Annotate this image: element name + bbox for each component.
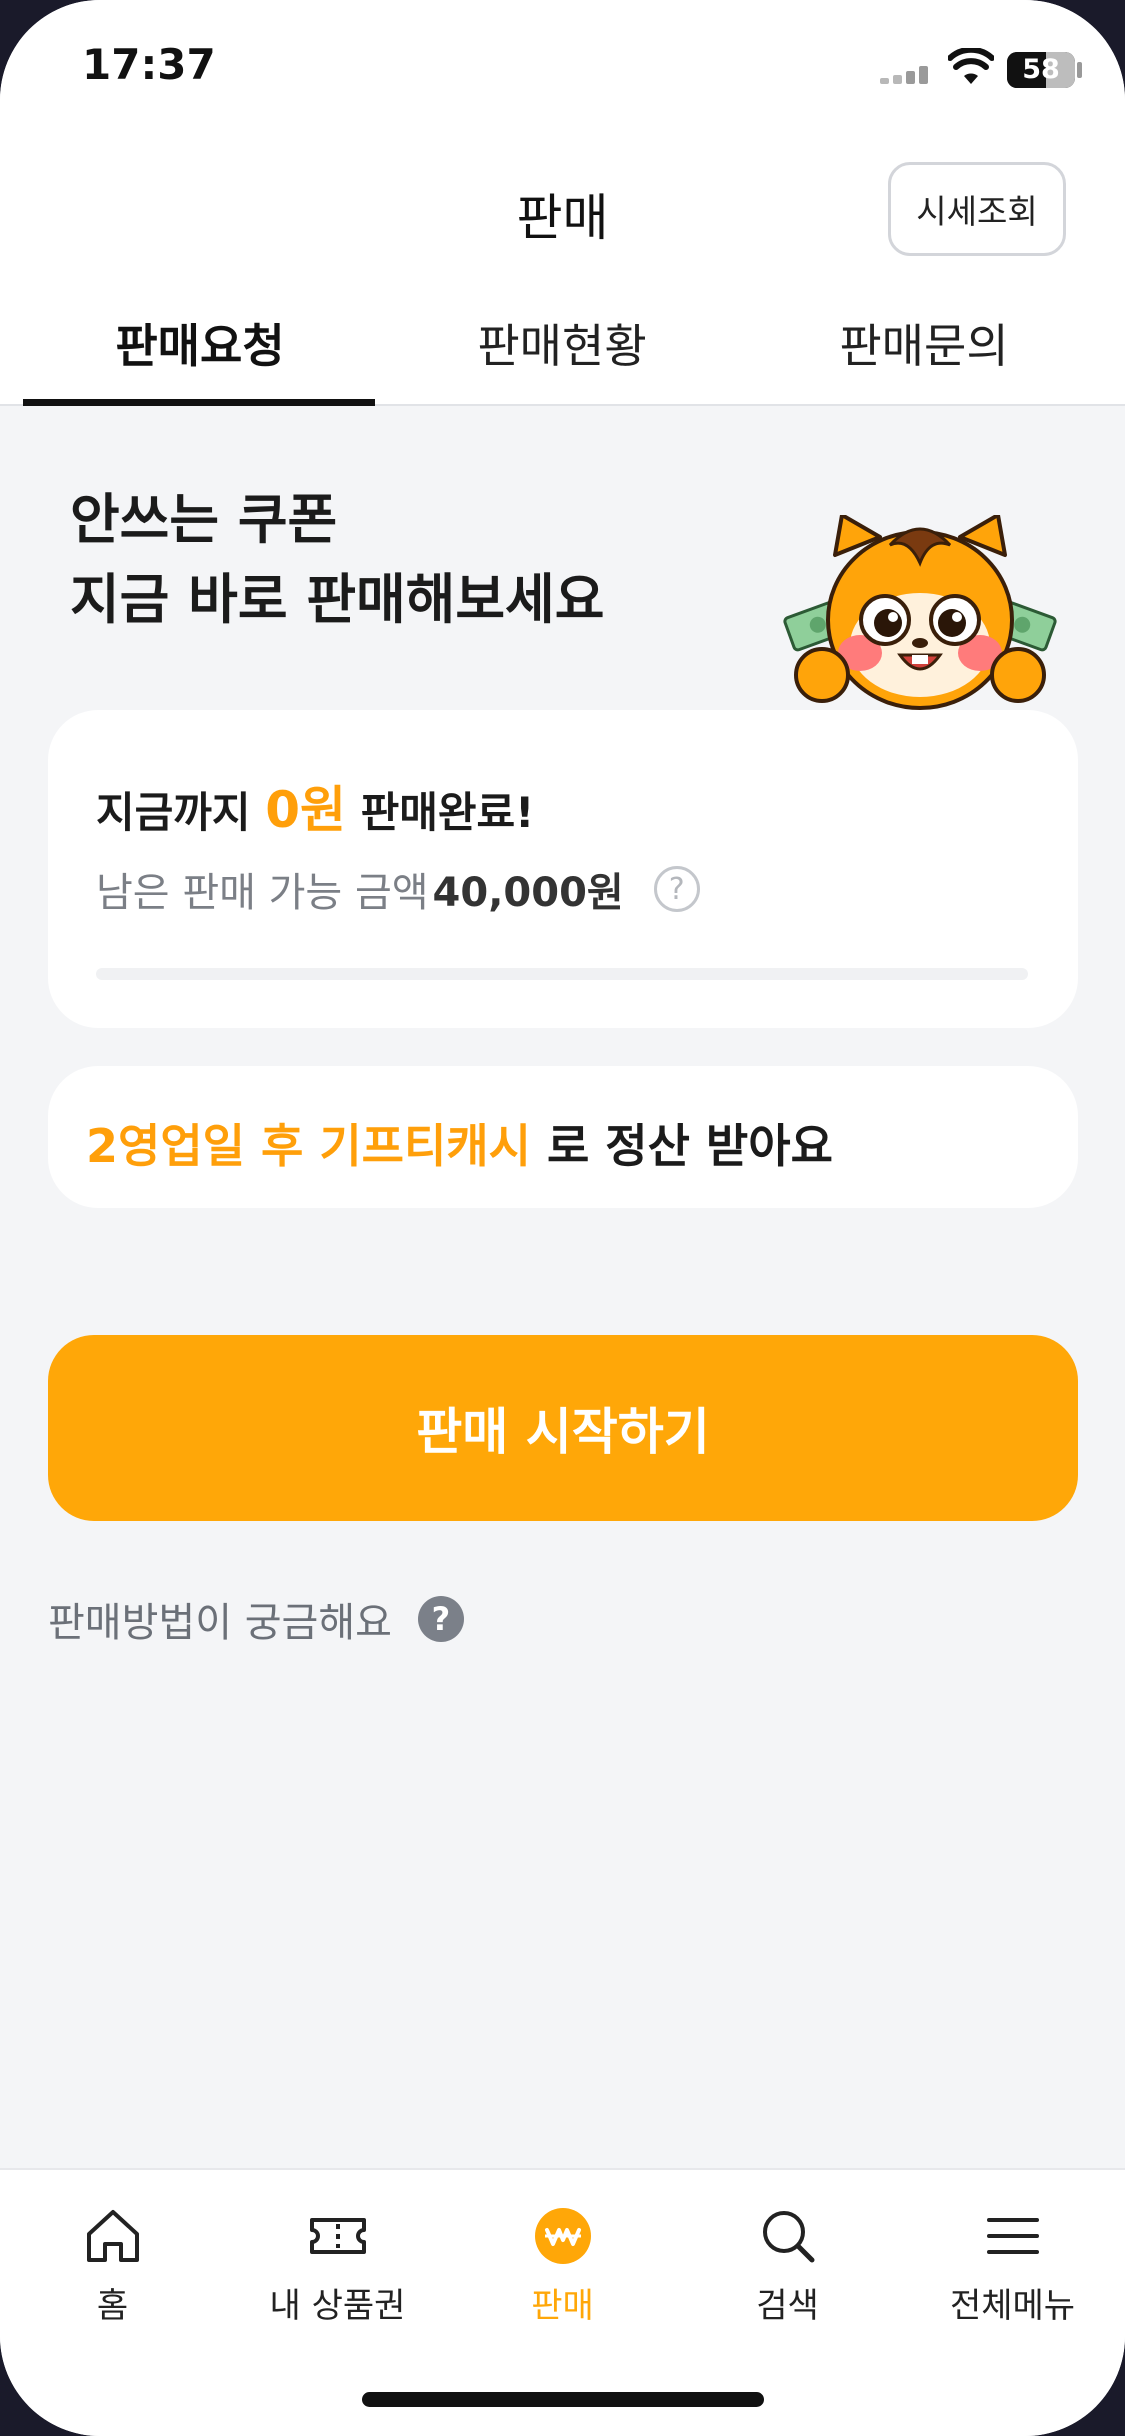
won-coin-icon (534, 2208, 591, 2264)
remaining-label: 남은 판매 가능 금액 (96, 870, 429, 916)
wifi-icon (948, 48, 994, 84)
tab-sell-inquiry[interactable]: 판매문의 (744, 310, 1104, 376)
settlement-rest: 로 정산 받아요 (546, 1119, 833, 1173)
battery-tip (1077, 62, 1082, 78)
sales-progress-bar (96, 968, 1028, 980)
home-indicator[interactable] (362, 2392, 764, 2407)
hero-line-2: 지금 바로 판매해보세요 (70, 568, 605, 631)
nav-all-menu-label: 전체메뉴 (949, 2286, 1076, 2326)
nav-sell-label: 판매 (531, 2286, 594, 2326)
active-tab-indicator (23, 399, 375, 406)
header: 판매 시세조회 (0, 140, 1125, 290)
nav-all-menu[interactable]: 전체메뉴 (900, 2206, 1125, 2327)
home-icon (86, 2210, 139, 2262)
nav-home-label: 홈 (96, 2286, 129, 2326)
nav-search-label: 검색 (756, 2286, 819, 2326)
cellular-signal-icon (880, 64, 932, 84)
sales-summary-card: 지금까지 0원 판매완료! 남은 판매 가능 금액 40,000원 ? (48, 710, 1078, 1028)
ticket-icon (309, 2218, 366, 2254)
settlement-info-card: 2영업일 후 기프티캐시 로 정산 받아요 (48, 1066, 1078, 1208)
status-time: 17:37 (82, 40, 216, 89)
start-selling-button[interactable]: 판매 시작하기 (48, 1335, 1078, 1521)
nav-search[interactable]: 검색 (675, 2206, 900, 2327)
sales-total-line: 지금까지 0원 판매완료! (96, 770, 534, 842)
nav-my-vouchers-label: 내 상품권 (269, 2286, 406, 2326)
screen: 17:37 58 판매 시세조회 판매요청 판매현황 판매문의 안쓰는 쿠폰 지 (0, 0, 1125, 2436)
remaining-limit-line: 남은 판매 가능 금액 40,000원 ? (96, 860, 700, 918)
how-to-label: 판매방법이 궁금해요 (48, 1600, 392, 1646)
tab-sell-status[interactable]: 판매현황 (382, 310, 742, 376)
nav-home[interactable]: 홈 (0, 2206, 225, 2327)
nav-my-vouchers[interactable]: 내 상품권 (225, 2206, 450, 2327)
search-icon (762, 2211, 814, 2263)
settlement-text: 2영업일 후 기프티캐시 로 정산 받아요 (86, 1110, 833, 1176)
sales-amount: 0원 (265, 781, 346, 839)
tab-sell-request[interactable]: 판매요청 (20, 310, 380, 376)
hero-headline: 안쓰는 쿠폰 지금 바로 판매해보세요 (70, 480, 604, 640)
battery-level: 58 (1022, 54, 1060, 85)
help-icon[interactable]: ? (653, 866, 700, 912)
settlement-accent: 2영업일 후 기프티캐시 (86, 1119, 531, 1173)
price-lookup-button[interactable]: 시세조회 (888, 162, 1066, 256)
battery-icon: 58 (1007, 52, 1075, 88)
sales-suffix: 판매완료! (360, 788, 535, 837)
sales-prefix: 지금까지 (96, 788, 251, 837)
question-icon: ? (417, 1596, 464, 1642)
hero-line-1: 안쓰는 쿠폰 (70, 488, 338, 551)
remaining-amount: 40,000원 (432, 870, 624, 916)
tab-bar: 판매요청 판매현황 판매문의 (0, 290, 1125, 406)
status-bar: 17:37 58 (0, 0, 1125, 140)
how-to-sell-link[interactable]: 판매방법이 궁금해요 ? (48, 1590, 464, 1648)
menu-icon (986, 2218, 1039, 2254)
mascot-illustration (783, 515, 1057, 710)
nav-sell[interactable]: 판매 (450, 2206, 675, 2327)
